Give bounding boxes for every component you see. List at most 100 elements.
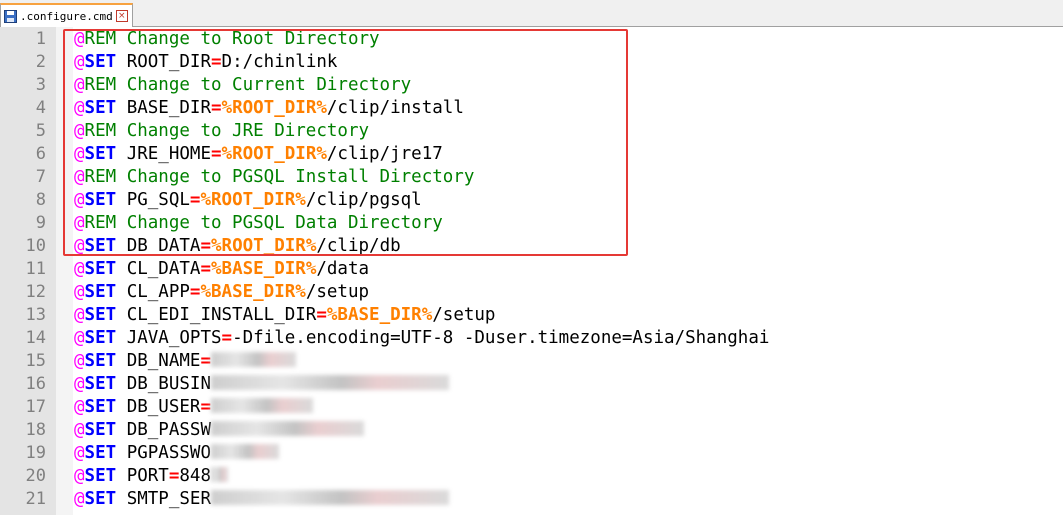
save-disk-icon <box>4 9 17 23</box>
at-sign: @ <box>74 29 85 49</box>
redacted-value <box>211 467 228 482</box>
tab-bar: .configure.cmd × <box>0 0 1063 27</box>
variable-name: PORT <box>116 466 169 486</box>
comment-text: Change to PGSQL Data Directory <box>116 213 443 233</box>
at-sign: @ <box>74 466 85 486</box>
value-text: /clip/pgsql <box>305 190 422 210</box>
value-text: /setup <box>432 305 496 325</box>
redacted-value <box>211 398 313 413</box>
line-number: 10 <box>25 236 46 256</box>
variable-name: DB_DATA <box>116 236 201 256</box>
line-number: 16 <box>25 374 46 394</box>
set-keyword: SET <box>84 397 117 417</box>
set-keyword: SET <box>84 328 117 348</box>
comment-text: Change to JRE Directory <box>116 121 370 141</box>
rem-keyword: REM <box>84 121 117 141</box>
code-line: @REM Change to PGSQL Install Directory <box>74 166 1063 189</box>
code-line: @REM Change to Root Directory <box>74 28 1063 51</box>
variable-name: CL_DATA <box>116 259 201 279</box>
set-keyword: SET <box>84 236 117 256</box>
code-line: @SET ROOT_DIR=D:/chinlink <box>74 51 1063 74</box>
close-icon[interactable]: × <box>115 10 128 22</box>
redacted-value <box>210 375 449 390</box>
rem-keyword: REM <box>84 75 117 95</box>
comment-text: Change to Root Directory <box>116 29 380 49</box>
code-line: @SET PORT=848 <box>74 465 1063 488</box>
equals-operator: = <box>189 282 201 302</box>
at-sign: @ <box>74 374 85 394</box>
rem-keyword: REM <box>84 213 117 233</box>
file-tab[interactable]: .configure.cmd × <box>0 3 133 27</box>
line-number: 8 <box>35 190 46 210</box>
set-keyword: SET <box>84 374 117 394</box>
code-line: @REM Change to PGSQL Data Directory <box>74 212 1063 235</box>
line-number: 5 <box>35 121 46 141</box>
redacted-value <box>211 352 296 367</box>
at-sign: @ <box>74 75 85 95</box>
code-line: @SET DB_USER= <box>74 396 1063 419</box>
code-editor[interactable]: 1 2 3 4 5 6 7 8 9 10 11 12 13 14 15 16 17 18 19 20 21 @REM C… <box>0 27 1063 515</box>
value-text: /setup <box>305 282 370 302</box>
code-line: @SET DB_DATA=%ROOT_DIR%/clip/db <box>74 235 1063 258</box>
variable-reference: %ROOT_DIR% <box>200 190 306 210</box>
rem-keyword: REM <box>84 29 117 49</box>
value-text: /data <box>316 259 370 279</box>
at-sign: @ <box>74 351 85 371</box>
at-sign: @ <box>74 167 85 187</box>
at-sign: @ <box>74 420 85 440</box>
at-sign: @ <box>74 328 85 348</box>
line-number: 20 <box>25 466 46 486</box>
code-line: @SET PG_SQL=%ROOT_DIR%/clip/pgsql <box>74 189 1063 212</box>
value-text: -Dfile.encoding=UTF-8 -Duser.timezone=As… <box>232 328 770 348</box>
comment-text: Change to PGSQL Install Directory <box>116 167 475 187</box>
value-text: /clip/jre17 <box>326 144 443 164</box>
equals-operator: = <box>200 397 211 417</box>
set-keyword: SET <box>84 420 117 440</box>
value-text: /clip/db <box>316 236 401 256</box>
rem-keyword: REM <box>84 167 117 187</box>
line-number: 9 <box>35 213 46 233</box>
set-keyword: SET <box>84 282 117 302</box>
comment-text: Change to Current Directory <box>116 75 412 95</box>
variable-name: ROOT_DIR <box>116 52 211 72</box>
code-line: @SET SMTP_SER <box>74 488 1063 511</box>
line-number: 15 <box>25 351 46 371</box>
redacted-value <box>210 490 449 505</box>
variable-reference: %ROOT_DIR% <box>221 98 327 118</box>
equals-operator: = <box>221 328 233 348</box>
code-line: @SET JRE_HOME=%ROOT_DIR%/clip/jre17 <box>74 143 1063 166</box>
at-sign: @ <box>74 282 85 302</box>
at-sign: @ <box>74 144 85 164</box>
redacted-value <box>210 444 279 459</box>
equals-operator: = <box>168 466 180 486</box>
variable-reference: %ROOT_DIR% <box>211 236 317 256</box>
equals-operator: = <box>200 259 211 279</box>
code-content[interactable]: @REM Change to Root Directory @SET ROOT_D… <box>74 28 1063 511</box>
equals-operator: = <box>189 190 201 210</box>
at-sign: @ <box>74 236 85 256</box>
line-number: 1 <box>35 29 46 49</box>
code-line: @SET CL_APP=%BASE_DIR%/setup <box>74 281 1063 304</box>
value-text: D:/chinlink <box>221 52 338 72</box>
line-number: 11 <box>25 259 46 279</box>
variable-name: PGPASSWO <box>116 443 211 463</box>
variable-name: JAVA_OPTS <box>116 328 222 348</box>
at-sign: @ <box>74 121 85 141</box>
set-keyword: SET <box>84 489 117 509</box>
at-sign: @ <box>74 98 85 118</box>
line-number: 17 <box>25 397 46 417</box>
variable-name: CL_EDI_INSTALL_DIR <box>116 305 317 325</box>
code-line: @SET BASE_DIR=%ROOT_DIR%/clip/install <box>74 97 1063 120</box>
set-keyword: SET <box>84 98 117 118</box>
redacted-value <box>210 421 364 436</box>
tab-title: .configure.cmd <box>20 9 113 23</box>
at-sign: @ <box>74 190 85 210</box>
equals-operator: = <box>200 351 211 371</box>
variable-name: JRE_HOME <box>116 144 211 164</box>
code-line: @SET CL_DATA=%BASE_DIR%/data <box>74 258 1063 281</box>
variable-name: DB_PASSW <box>116 420 211 440</box>
line-number: 21 <box>25 489 46 509</box>
set-keyword: SET <box>84 351 117 371</box>
line-number: 18 <box>25 420 46 440</box>
value-text: /clip/install <box>326 98 464 118</box>
